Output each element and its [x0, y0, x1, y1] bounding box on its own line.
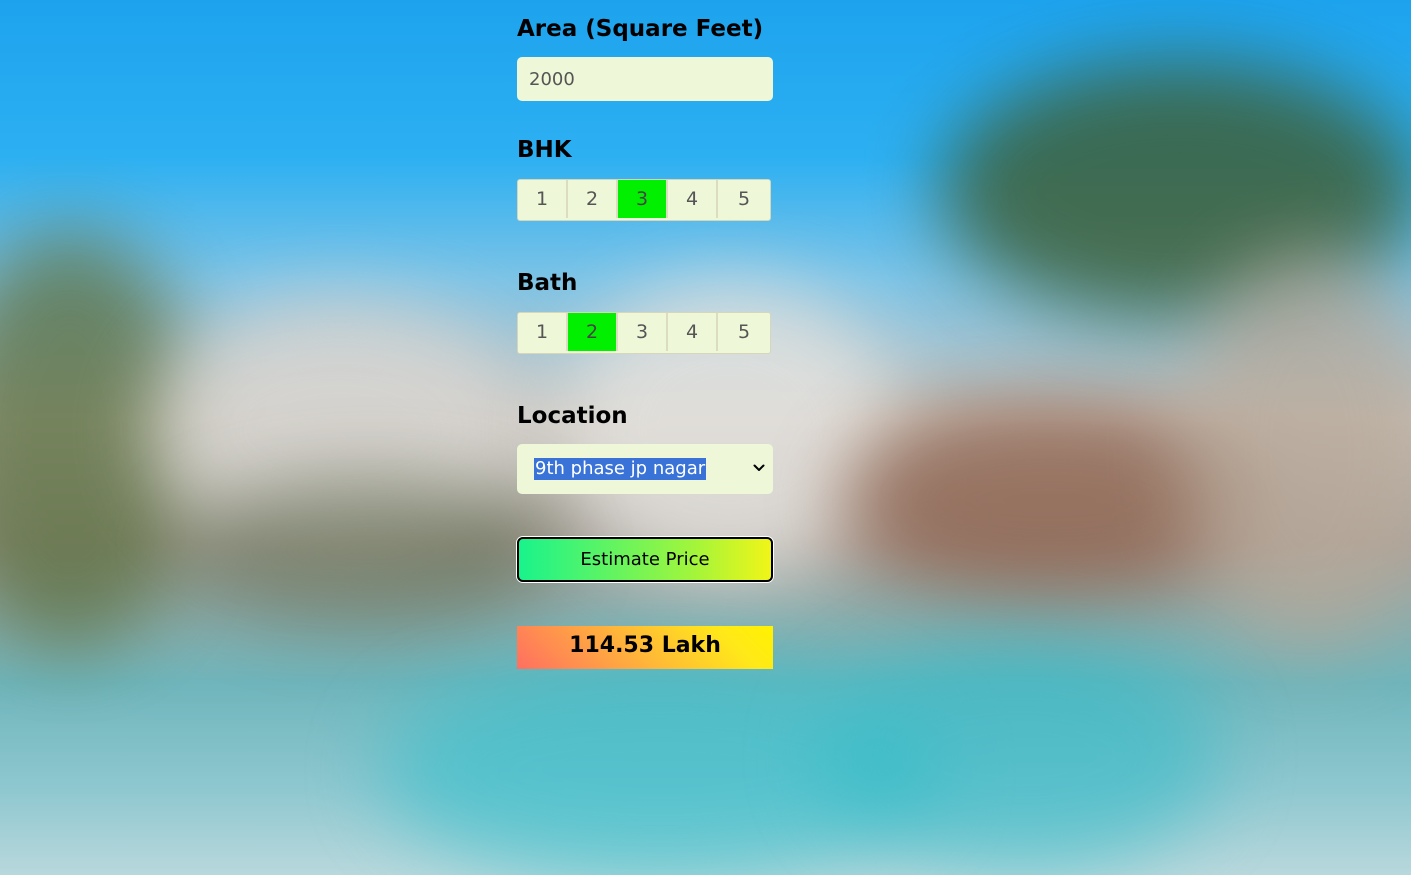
bhk-option-3[interactable]: 3 [618, 180, 668, 218]
bhk-option-5[interactable]: 5 [718, 180, 770, 218]
bhk-switch: 1 2 3 4 5 [517, 179, 771, 221]
bhk-option-4[interactable]: 4 [668, 180, 718, 218]
area-label: Area (Square Feet) [517, 16, 764, 42]
bhk-label: BHK [517, 137, 572, 163]
area-input[interactable] [517, 57, 773, 101]
bath-option-5[interactable]: 5 [718, 313, 770, 351]
estimate-price-button[interactable]: Estimate Price [517, 537, 773, 582]
bath-option-1[interactable]: 1 [518, 313, 568, 351]
bath-switch: 1 2 3 4 5 [517, 312, 771, 354]
bath-option-2[interactable]: 2 [568, 313, 618, 351]
bhk-option-1[interactable]: 1 [518, 180, 568, 218]
location-selected-value: 9th phase jp nagar [534, 458, 707, 480]
location-select[interactable]: 9th phase jp nagar [517, 444, 773, 494]
bath-label: Bath [517, 270, 578, 296]
location-label: Location [517, 403, 628, 429]
bath-option-3[interactable]: 3 [618, 313, 668, 351]
chevron-down-icon [753, 464, 765, 471]
estimated-price-result: 114.53 Lakh [517, 626, 773, 669]
bhk-option-2[interactable]: 2 [568, 180, 618, 218]
bath-option-4[interactable]: 4 [668, 313, 718, 351]
background-image [0, 0, 1411, 875]
